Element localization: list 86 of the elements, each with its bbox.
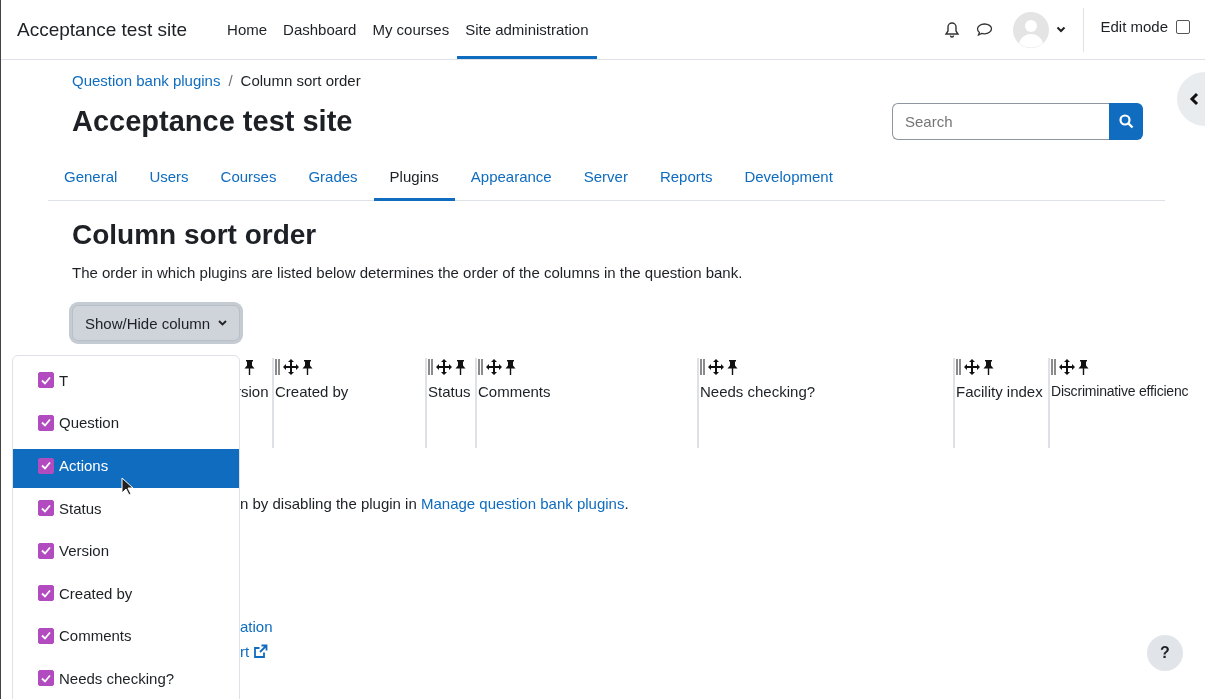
page-title: Acceptance test site xyxy=(72,105,353,138)
pin-icon[interactable] xyxy=(1078,359,1089,375)
column-header: Created by xyxy=(275,383,350,400)
checkmark-icon xyxy=(41,673,51,683)
move-icon[interactable] xyxy=(964,359,980,375)
manage-plugins-link[interactable]: Manage question bank plugins xyxy=(420,495,625,512)
search-button[interactable] xyxy=(1109,103,1143,140)
tab[interactable]: Appearance xyxy=(454,160,568,201)
column-header: Needs checking? xyxy=(700,383,817,400)
checkmark-icon xyxy=(41,375,51,385)
checkbox[interactable] xyxy=(38,542,54,559)
move-icon[interactable] xyxy=(486,359,502,375)
help-button[interactable]: ? xyxy=(1147,635,1183,671)
caret-icon[interactable] xyxy=(1056,26,1067,33)
tab[interactable]: Plugins xyxy=(373,160,455,201)
tab[interactable]: Courses xyxy=(204,160,293,201)
breadcrumb-item[interactable]: Question bank plugins xyxy=(72,72,221,89)
tab[interactable]: Grades xyxy=(292,160,374,201)
description-text: The order in which plugins are listed below determines the order of the columns in the question bank. xyxy=(72,264,744,281)
column-header: Status xyxy=(428,383,472,400)
section-heading: Column sort order xyxy=(72,219,318,251)
resize-handle-icon[interactable] xyxy=(275,359,280,375)
nav-link[interactable]: Site administration xyxy=(457,0,597,59)
pin-icon[interactable] xyxy=(455,359,466,375)
checkmark-icon xyxy=(41,461,51,470)
column-menu-item[interactable]: Version xyxy=(13,532,239,575)
external-link-icon xyxy=(253,644,269,659)
nav-link[interactable]: Dashboard xyxy=(275,0,365,59)
breadcrumb-separator: / xyxy=(228,72,233,89)
checkbox[interactable] xyxy=(38,457,54,474)
search-icon xyxy=(1118,114,1134,129)
column-header: Discriminative efficienc xyxy=(1051,383,1190,399)
column-menu-item[interactable]: Status xyxy=(13,490,239,533)
column-menu-item[interactable]: Created by xyxy=(13,575,239,618)
resize-handle-icon[interactable] xyxy=(1051,359,1056,375)
resize-handle-icon[interactable] xyxy=(700,359,705,375)
column-menu-item[interactable]: Comments xyxy=(13,617,239,660)
checkmark-icon xyxy=(41,588,51,598)
checkbox[interactable] xyxy=(38,414,54,431)
caret-icon xyxy=(218,320,228,326)
pin-icon[interactable] xyxy=(244,359,255,375)
edit-mode-toggle[interactable]: Edit mode xyxy=(1100,18,1190,35)
bell-icon[interactable] xyxy=(944,21,961,38)
search-field[interactable]: Search xyxy=(892,103,1109,140)
move-icon[interactable] xyxy=(708,359,724,375)
resize-handle-icon[interactable] xyxy=(478,359,483,375)
move-icon[interactable] xyxy=(436,359,452,375)
column-header: Facility index xyxy=(956,383,1044,400)
column-header: Comments xyxy=(478,383,552,400)
tab[interactable]: Server xyxy=(567,160,644,201)
tab[interactable]: Reports xyxy=(643,160,729,201)
checkbox[interactable] xyxy=(38,627,54,644)
checkbox[interactable] xyxy=(38,670,54,687)
column-menu-item[interactable]: Needs checking? xyxy=(13,660,239,699)
tab[interactable]: General xyxy=(48,160,134,201)
tab[interactable]: Development xyxy=(728,160,849,201)
column-menu-item[interactable]: Actions xyxy=(13,449,239,488)
pin-icon[interactable] xyxy=(505,359,516,375)
column-menu-item[interactable]: T xyxy=(13,362,239,405)
checkmark-icon xyxy=(41,503,51,513)
checkbox[interactable] xyxy=(38,585,54,602)
checkbox[interactable] xyxy=(38,372,54,389)
pin-icon[interactable] xyxy=(302,359,313,375)
site-name[interactable]: Acceptance test site xyxy=(17,18,188,41)
pin-icon[interactable] xyxy=(983,359,994,375)
show-hide-column-button[interactable]: Show/Hide column xyxy=(72,305,241,341)
column-menu-item[interactable]: Question xyxy=(13,404,239,447)
note-text: n by disabling the plugin in Manage question bank plugins. xyxy=(240,495,630,512)
pin-icon[interactable] xyxy=(727,359,738,375)
tab[interactable]: Users xyxy=(133,160,205,201)
checkmark-icon xyxy=(41,546,51,556)
mouse-cursor-icon xyxy=(121,477,134,496)
resize-handle-icon[interactable] xyxy=(956,359,961,375)
footer-link[interactable]: ation xyxy=(240,618,273,635)
footer-link[interactable]: rt xyxy=(240,643,269,660)
checkmark-icon xyxy=(41,418,51,428)
move-icon[interactable] xyxy=(1059,359,1075,375)
nav-link[interactable]: My courses xyxy=(364,0,458,59)
nav-link[interactable]: Home xyxy=(219,0,276,59)
move-icon[interactable] xyxy=(283,359,299,375)
resize-handle-icon[interactable] xyxy=(428,359,433,375)
checkbox[interactable] xyxy=(38,500,54,517)
chevron-left-icon xyxy=(1189,92,1199,106)
checkmark-icon xyxy=(41,631,51,641)
breadcrumb-item[interactable]: Column sort order xyxy=(240,72,361,89)
chat-icon[interactable] xyxy=(976,22,994,37)
